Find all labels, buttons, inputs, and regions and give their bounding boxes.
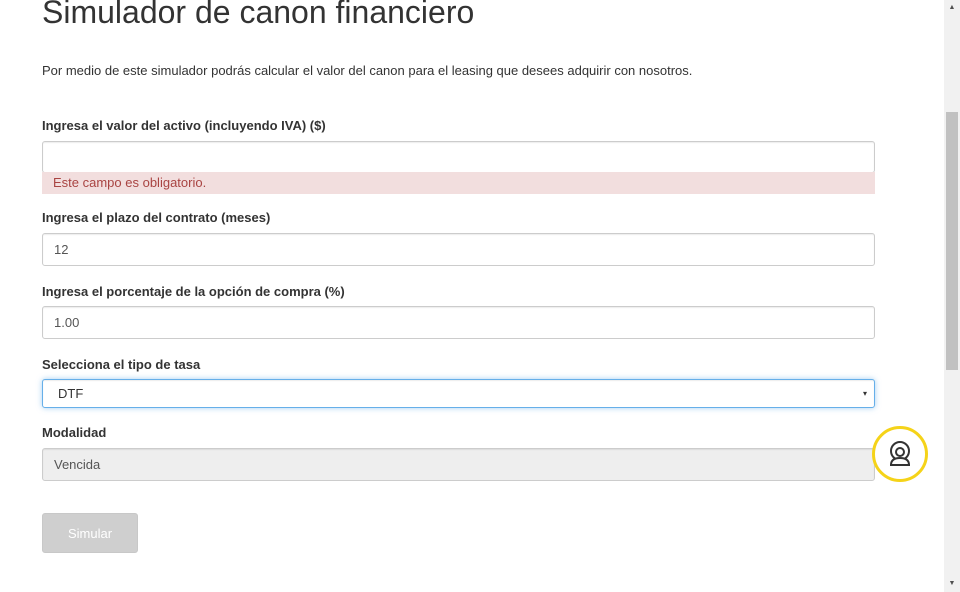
page-title: Simulador de canon financiero bbox=[42, 0, 475, 30]
asset-value-label: Ingresa el valor del activo (incluyendo … bbox=[42, 118, 326, 133]
purchase-option-label: Ingresa el porcentaje de la opción de co… bbox=[42, 284, 345, 299]
scrollbar-thumb[interactable] bbox=[946, 112, 958, 370]
rate-type-select[interactable]: DTF ▾ bbox=[42, 379, 875, 408]
term-input[interactable] bbox=[42, 233, 875, 266]
rate-type-selected-value: DTF bbox=[58, 386, 84, 401]
modality-field bbox=[42, 448, 875, 481]
rate-type-label: Selecciona el tipo de tasa bbox=[42, 357, 201, 372]
asset-value-input[interactable] bbox=[42, 141, 875, 173]
scroll-down-arrow-icon[interactable]: ▼ bbox=[944, 576, 960, 592]
vertical-scrollbar[interactable]: ▲ ▼ bbox=[944, 0, 960, 592]
chat-agent-icon bbox=[889, 441, 911, 466]
purchase-option-input[interactable] bbox=[42, 306, 875, 339]
page: Simulador de canon financiero Por medio … bbox=[0, 0, 960, 592]
chevron-down-icon: ▾ bbox=[862, 389, 867, 398]
asset-value-error: Este campo es obligatorio. bbox=[42, 172, 875, 194]
modality-label: Modalidad bbox=[42, 425, 107, 440]
simulate-button[interactable]: Simular bbox=[42, 513, 138, 553]
term-label: Ingresa el plazo del contrato (meses) bbox=[42, 210, 271, 225]
intro-text: Por medio de este simulador podrás calcu… bbox=[42, 63, 693, 78]
chat-button[interactable] bbox=[872, 426, 928, 482]
scroll-up-arrow-icon[interactable]: ▲ bbox=[944, 0, 960, 16]
